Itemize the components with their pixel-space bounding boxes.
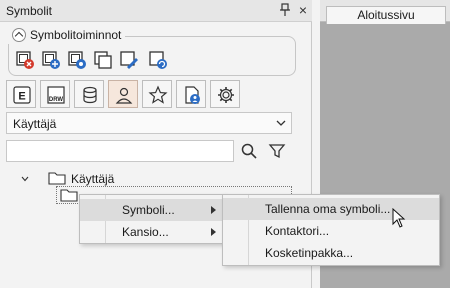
context-menu: Symboli... Kansio... bbox=[79, 194, 225, 244]
menu-item-symbol[interactable]: Symboli... bbox=[80, 199, 224, 221]
tab-settings[interactable] bbox=[210, 80, 240, 108]
menu-item-label: Tallenna oma symboli... bbox=[265, 202, 391, 216]
submenu: Tallenna oma symboli... Kontaktori... Ko… bbox=[222, 194, 440, 266]
tab-document-user[interactable] bbox=[176, 80, 206, 108]
menu-item-label: Kosketinpakka... bbox=[265, 246, 354, 260]
group-caption-label: Symbolitoiminnot bbox=[30, 28, 122, 42]
add-symbol-icon[interactable] bbox=[41, 50, 61, 70]
menu-item-save-own-symbol[interactable]: Tallenna oma symboli... bbox=[223, 198, 439, 220]
close-icon[interactable]: × bbox=[296, 2, 310, 18]
menu-item-label: Kansio... bbox=[122, 225, 169, 239]
document-tabstrip: Aloitussivu bbox=[320, 0, 450, 24]
svg-text:E: E bbox=[18, 91, 25, 103]
tab-start-page[interactable]: Aloitussivu bbox=[326, 6, 446, 24]
menu-item-folder[interactable]: Kansio... bbox=[80, 221, 224, 243]
group-caption: Symbolitoiminnot bbox=[8, 26, 126, 44]
tree-node-root[interactable]: Käyttäjä bbox=[71, 172, 114, 186]
mouse-cursor-icon bbox=[392, 208, 406, 228]
panel-titlebar: Symbolit × bbox=[0, 0, 312, 22]
gear-icon bbox=[218, 87, 234, 103]
menu-item-contact-block[interactable]: Kosketinpakka... bbox=[223, 242, 439, 264]
refresh-symbol-icon[interactable] bbox=[148, 50, 168, 70]
edit-symbol-icon[interactable] bbox=[119, 50, 139, 70]
document-user-icon bbox=[185, 86, 200, 104]
tab-database[interactable] bbox=[74, 80, 104, 108]
copy-symbol-icon[interactable] bbox=[93, 50, 113, 70]
submenu-arrow-icon bbox=[211, 206, 216, 214]
tab-drw[interactable]: DRW bbox=[40, 80, 70, 108]
pin-icon[interactable] bbox=[278, 3, 292, 17]
add-symbol-alt-icon[interactable] bbox=[67, 50, 87, 70]
symbol-library-select[interactable]: Käyttäjä bbox=[6, 112, 292, 134]
e-icon: E bbox=[13, 86, 31, 104]
filter-icon[interactable] bbox=[268, 142, 286, 160]
panel-title: Symbolit bbox=[6, 4, 53, 18]
star-icon bbox=[148, 85, 168, 104]
user-icon bbox=[115, 87, 133, 104]
chevron-down-icon bbox=[276, 120, 286, 126]
tree-expand-icon[interactable] bbox=[20, 174, 30, 184]
menu-item-label: Kontaktori... bbox=[265, 224, 330, 238]
tab-favorites[interactable] bbox=[142, 80, 172, 108]
menu-item-contactor[interactable]: Kontaktori... bbox=[223, 220, 439, 242]
svg-text:DRW: DRW bbox=[49, 97, 64, 103]
folder-icon bbox=[60, 189, 78, 202]
collapse-toggle-icon[interactable] bbox=[12, 28, 26, 42]
tab-user[interactable] bbox=[108, 80, 138, 108]
menu-item-label: Symboli... bbox=[122, 203, 175, 217]
search-input[interactable] bbox=[6, 140, 234, 162]
delete-symbol-icon[interactable] bbox=[15, 50, 35, 70]
tab-electrical[interactable]: E bbox=[6, 80, 36, 108]
folder-icon bbox=[48, 172, 66, 185]
search-icon[interactable] bbox=[240, 142, 258, 160]
drw-icon: DRW bbox=[47, 86, 65, 104]
submenu-arrow-icon bbox=[211, 228, 216, 236]
database-icon bbox=[83, 86, 97, 104]
select-value: Käyttäjä bbox=[13, 117, 57, 131]
